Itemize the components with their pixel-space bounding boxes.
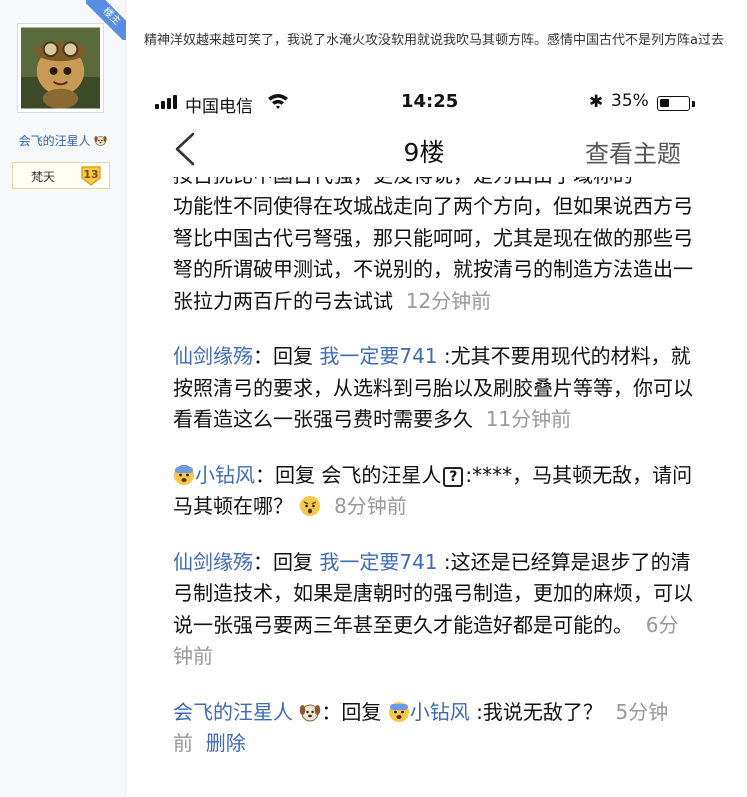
comment-user[interactable]: 仙剑缘殇 <box>173 344 253 368</box>
signal-icon <box>155 95 181 109</box>
level-badge-icon: 13 <box>80 165 102 186</box>
fearful-face-icon <box>388 701 409 722</box>
op-badge-label: 楼主 <box>86 0 126 40</box>
dog-emoji-icon <box>94 136 108 146</box>
carrier-name: 中国电信 <box>185 97 253 117</box>
comment-4: 会飞的汪星人 ：回复 小钻风 :我说无敌了？ 5分钟前 删除 <box>173 697 693 760</box>
clock: 14:25 <box>401 91 459 112</box>
reply-target[interactable]: 会飞的汪星人 <box>321 463 441 487</box>
author-panel: 楼主 会飞的汪星人 梵天 13 <box>0 0 126 797</box>
battery-percent: 35% <box>611 91 649 111</box>
view-topic-link[interactable]: 查看主题 <box>585 134 681 169</box>
delete-link[interactable]: 删除 <box>206 731 246 755</box>
reply-word: 回复 <box>275 462 315 487</box>
phone-nav-bar: 9楼 查看主题 <box>137 123 711 179</box>
author-name[interactable]: 会飞的汪星人 <box>0 132 126 149</box>
truncated-line: 按古扰比中国古代强，更没得说，是为由由于域称的 <box>173 177 693 191</box>
dog-emoji-icon <box>300 704 321 721</box>
surprised-face-icon <box>300 496 321 516</box>
comment-user[interactable]: 仙剑缘殇 <box>173 550 253 574</box>
post-content: 精神洋奴越来越可笑了，我说了水淹火攻没软用就说我吹马其顿方阵。感情中国古代不是列… <box>144 33 724 48</box>
level-name: 梵天 <box>31 170 56 184</box>
floor-time: 12分钟前 <box>405 288 492 313</box>
author-name-text[interactable]: 会飞的汪星人 <box>19 134 91 148</box>
comment-time: 11分钟前 <box>485 407 572 431</box>
reply-word: 回复 <box>273 549 313 574</box>
reply-target[interactable]: 我一定要741 <box>319 344 437 368</box>
comment-time: 8分钟前 <box>334 494 407 518</box>
unknown-emoji-icon: ? <box>443 466 464 487</box>
comment-sep: ： <box>321 699 342 724</box>
comment-text: :我说无敌了？ <box>476 699 603 724</box>
comment-sep: ： <box>255 462 275 487</box>
phone-status-bar: 中国电信 14:25 ✱ 35% <box>137 83 711 123</box>
comment-2: 小钻风：回复 会飞的汪星人?:****，马其顿无敌，请问马其顿在哪？ 8分钟前 <box>173 460 693 523</box>
comment-user[interactable]: 会飞的汪星人 <box>173 700 293 724</box>
comment-sep: ： <box>253 344 273 368</box>
comment-1: 仙剑缘殇：回复 我一定要741 :尤其不要用现代的材料，就按照清弓的要求，从选料… <box>173 341 693 436</box>
op-badge: 楼主 <box>86 0 126 40</box>
comment-sep: ： <box>253 549 273 574</box>
level-number: 13 <box>83 168 99 181</box>
reply-word: 回复 <box>273 344 313 368</box>
battery-fill <box>660 99 669 107</box>
reply-word: 回复 <box>341 699 382 724</box>
reply-target[interactable]: 我一定要741 <box>319 550 437 574</box>
floor-thread: 按古扰比中国古代强，更没得说，是为由由于域称的 功能性不同使得在攻城战走向了两个… <box>173 177 693 760</box>
embedded-screenshot: 中国电信 14:25 ✱ 35% 9楼 查看主题 按古扰比中国古代强，更没得说，… <box>137 83 711 797</box>
battery-icon <box>657 96 690 111</box>
comment-3: 仙剑缘殇：回复 我一定要741 :这还是已经算是退步了的清弓制造技术，如果是唐朝… <box>173 547 693 673</box>
floor-content: 功能性不同使得在攻城战走向了两个方向，但如果说西方弓弩比中国古代弓弩强，那只能呵… <box>173 191 693 317</box>
battery-tip <box>692 101 695 107</box>
fearful-face-icon <box>174 464 194 485</box>
wifi-icon <box>268 94 288 109</box>
bluetooth-icon: ✱ <box>589 92 604 112</box>
truncated-line-text: 按古扰比中国古代强，更没得说，是为由由于域称的 <box>173 177 633 191</box>
reply-target[interactable]: 小钻风 <box>410 700 470 724</box>
comment-user[interactable]: 小钻风 <box>195 463 255 487</box>
level-info[interactable]: 梵天 13 <box>12 162 110 189</box>
